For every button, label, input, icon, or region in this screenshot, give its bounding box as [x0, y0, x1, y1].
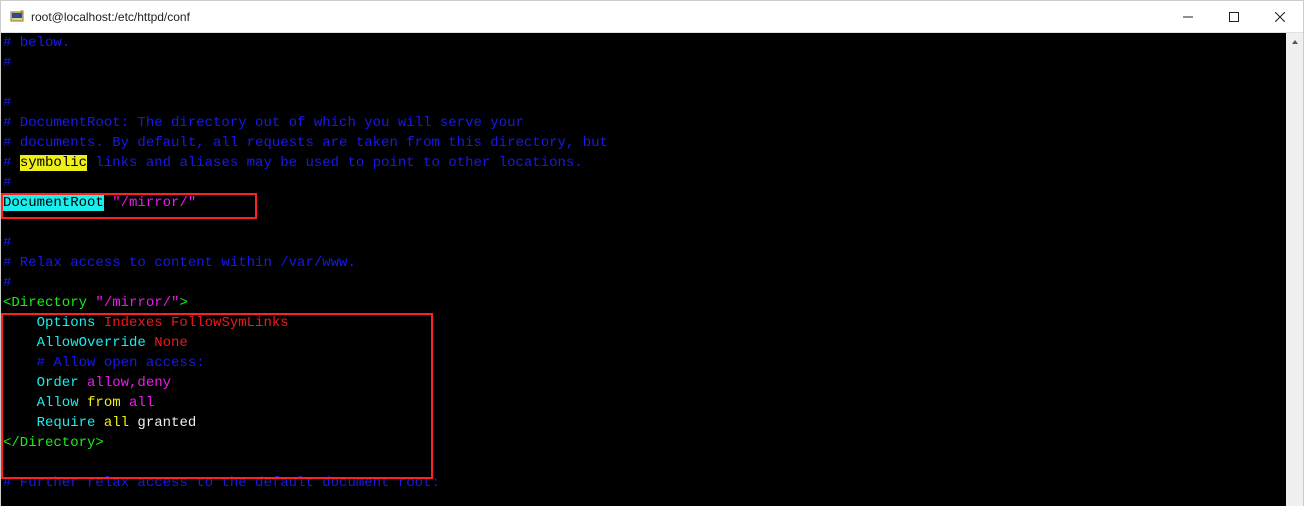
directive-documentroot: DocumentRoot [3, 195, 104, 211]
directive-value: allow,deny [79, 375, 171, 391]
term-line: links and aliases may be used to point t… [87, 155, 583, 171]
client-area: # below. # # # DocumentRoot: The directo… [1, 33, 1303, 506]
close-button[interactable] [1257, 1, 1303, 33]
minimize-button[interactable] [1165, 1, 1211, 33]
directive-value: Indexes FollowSymLinks [95, 315, 288, 331]
search-highlight: symbolic [20, 155, 87, 171]
directive-order: Order [3, 375, 79, 391]
tag-close-bracket: > [179, 295, 187, 311]
vertical-scrollbar[interactable] [1286, 33, 1303, 506]
maximize-button[interactable] [1211, 1, 1257, 33]
directive-allow: Allow [3, 395, 79, 411]
directive-require: Require [3, 415, 95, 431]
term-line: # [3, 235, 11, 251]
titlebar[interactable]: root@localhost:/etc/httpd/conf [1, 1, 1303, 33]
directive-allowoverride: AllowOverride [3, 335, 146, 351]
tag-arg: "/mirror/" [95, 295, 179, 311]
terminal[interactable]: # below. # # # DocumentRoot: The directo… [1, 33, 1286, 506]
term-line: # documents. By default, all requests ar… [3, 135, 608, 151]
term-line: # [3, 275, 11, 291]
directive-keyword: from [79, 395, 121, 411]
app-window: root@localhost:/etc/httpd/conf # below. … [0, 0, 1304, 506]
term-line: # [3, 155, 20, 171]
directive-value: "/mirror/" [104, 195, 196, 211]
term-line: # Further relax access to the default do… [3, 475, 440, 491]
directive-value: granted [129, 415, 196, 431]
term-line: # [3, 55, 11, 71]
scroll-up-arrow[interactable] [1286, 33, 1303, 50]
scroll-track[interactable] [1286, 50, 1303, 506]
putty-icon [9, 9, 25, 25]
term-line: # Allow open access: [3, 355, 205, 371]
directive-value: all [121, 395, 155, 411]
tag-close-directory: </Directory> [3, 435, 104, 451]
term-line: # Relax access to content within /var/ww… [3, 255, 356, 271]
directive-keyword: all [95, 415, 129, 431]
term-line: # DocumentRoot: The directory out of whi… [3, 115, 524, 131]
directive-value: None [146, 335, 188, 351]
term-line: # [3, 95, 11, 111]
tag-open-directory: <Directory [3, 295, 95, 311]
window-title: root@localhost:/etc/httpd/conf [31, 10, 190, 24]
directive-options: Options [3, 315, 95, 331]
term-line: # [3, 175, 11, 191]
term-line: # below. [3, 35, 70, 51]
